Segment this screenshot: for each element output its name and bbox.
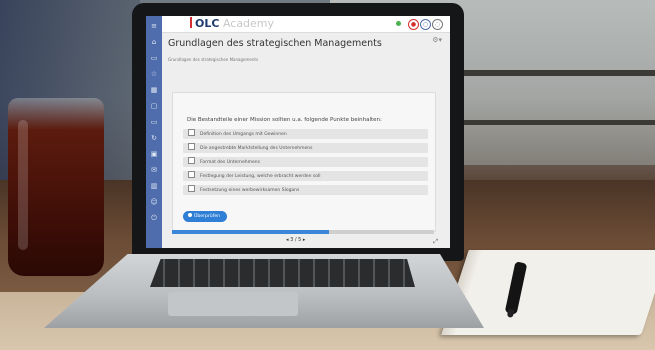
brand-logo[interactable]: OLC Academy	[190, 17, 274, 31]
quiz-option[interactable]: Festsetzung eines werbewirksamen Slogans	[183, 185, 428, 195]
quiz-option[interactable]: Die angestrebte Marktstellung des Untern…	[183, 143, 428, 153]
calendar-icon[interactable]: ▣	[150, 150, 158, 158]
notification-icon[interactable]: ●	[408, 19, 419, 30]
laptop-screen: ≡ ⌂ ▭ ☆ ▦ ▢ ▭ ↻ ▣ ✉ ▥ ☺ ⏻ OLC Academy ● …	[146, 16, 450, 248]
star-icon[interactable]: ☆	[150, 70, 158, 78]
check-button-label: Überprüfen	[194, 214, 221, 219]
progress-fill	[172, 230, 330, 234]
checkbox[interactable]	[188, 143, 195, 150]
chart-icon[interactable]: ▥	[150, 182, 158, 190]
status-dot-icon	[396, 21, 401, 26]
checkbox[interactable]	[188, 157, 195, 164]
refresh-icon[interactable]: ↻	[150, 134, 158, 142]
quiz-question: Die Bestandteile einer Mission sollten u…	[187, 117, 382, 123]
quiz-option[interactable]: Definition des Umgangs mit Gewinnen	[183, 129, 428, 139]
checkbox[interactable]	[188, 171, 195, 178]
sidebar: ≡ ⌂ ▭ ☆ ▦ ▢ ▭ ↻ ▣ ✉ ▥ ☺ ⏻	[146, 16, 162, 248]
background-railing-lower	[440, 120, 655, 125]
quiz-card: Die Bestandteile einer Mission sollten u…	[172, 92, 436, 232]
checkbox[interactable]	[188, 185, 195, 192]
chat-icon[interactable]: ▢	[150, 102, 158, 110]
brand-olc: OLC	[195, 17, 220, 30]
pagination[interactable]: ◂ 3 / 5 ▸	[286, 237, 305, 243]
laptop-keyboard	[150, 259, 415, 287]
iced-drink-glass	[8, 98, 104, 276]
avatar-icon[interactable]: ◌	[432, 19, 443, 30]
quiz-option[interactable]: Format des Unternehmens	[183, 157, 428, 167]
mail-icon[interactable]: ✉	[150, 166, 158, 174]
menu-icon[interactable]: ≡	[150, 22, 158, 30]
check-answers-button[interactable]: Überprüfen	[183, 211, 227, 222]
check-icon	[188, 213, 192, 217]
background-railing	[440, 70, 655, 76]
grid-icon[interactable]: ▦	[150, 86, 158, 94]
home-icon[interactable]: ⌂	[150, 38, 158, 46]
quiz-option[interactable]: Festlegung der Leistung, welche erbracht…	[183, 171, 428, 181]
option-label: Format des Unternehmens	[200, 160, 260, 165]
gear-icon[interactable]: ⚙▾	[432, 36, 442, 44]
brand-mark	[190, 17, 192, 28]
page-title: Grundlagen des strategischen Managements	[168, 38, 382, 49]
top-bar: OLC Academy ● ○ ◌	[162, 16, 450, 33]
expand-icon[interactable]: ⤢	[433, 238, 438, 246]
breadcrumb[interactable]: Grundlagen des strategischen Managements	[168, 57, 258, 62]
power-icon[interactable]: ⏻	[150, 214, 158, 222]
option-label: Festlegung der Leistung, welche erbracht…	[200, 174, 321, 179]
book-icon[interactable]: ▭	[150, 54, 158, 62]
option-label: Festsetzung eines werbewirksamen Slogans	[200, 188, 300, 193]
user-icon[interactable]: ☺	[150, 198, 158, 206]
option-label: Die angestrebte Marktstellung des Untern…	[200, 146, 313, 151]
chat-bubble-icon[interactable]: ○	[420, 19, 431, 30]
folder-icon[interactable]: ▭	[150, 118, 158, 126]
brand-academy: Academy	[222, 17, 275, 30]
progress-bar	[172, 230, 434, 234]
checkbox[interactable]	[188, 129, 195, 136]
option-label: Definition des Umgangs mit Gewinnen	[200, 132, 287, 137]
photo-scene: ≡ ⌂ ▭ ☆ ▦ ▢ ▭ ↻ ▣ ✉ ▥ ☺ ⏻ OLC Academy ● …	[0, 0, 655, 350]
laptop-trackpad	[168, 292, 298, 316]
